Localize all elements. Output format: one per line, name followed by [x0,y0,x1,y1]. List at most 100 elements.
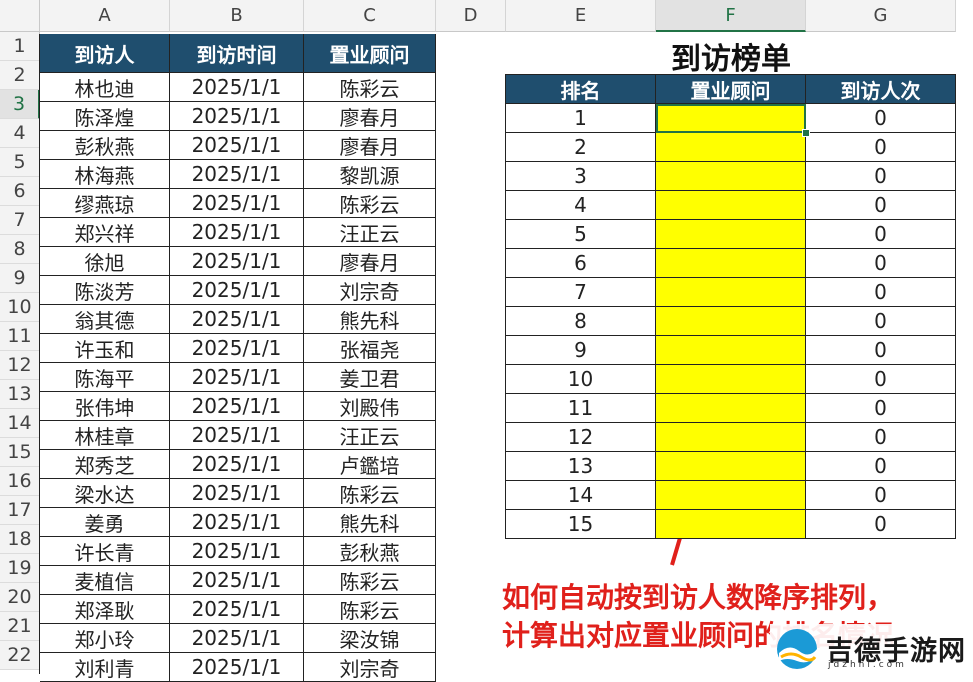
row-header-22[interactable]: 22 [0,641,40,670]
ranking-header-cell[interactable]: 置业顾问 [656,75,806,104]
visit-cell[interactable]: 2025/1/1 [170,305,304,334]
visit-cell[interactable]: 2025/1/1 [170,218,304,247]
column-header-g[interactable]: G [806,0,956,32]
select-all-corner[interactable] [0,0,40,32]
visit-cell[interactable]: 陈彩云 [304,566,436,595]
visit-cell[interactable]: 刘利青 [40,653,170,682]
column-header-d[interactable]: D [436,0,506,32]
rank-cell[interactable]: 2 [506,133,656,162]
visit-cell[interactable]: 翁其德 [40,305,170,334]
visit-count-cell[interactable]: 0 [806,452,956,481]
visit-cell[interactable]: 2025/1/1 [170,508,304,537]
visit-cell[interactable]: 廖春月 [304,247,436,276]
visit-count-cell[interactable]: 0 [806,394,956,423]
visit-cell[interactable]: 2025/1/1 [170,537,304,566]
visit-cell[interactable]: 陈彩云 [304,479,436,508]
row-header-9[interactable]: 9 [0,264,40,293]
visit-count-cell[interactable]: 0 [806,336,956,365]
visit-cell[interactable]: 彭秋燕 [40,131,170,160]
column-header-a[interactable]: A [40,0,170,32]
visit-cell[interactable]: 林也迪 [40,73,170,102]
visit-cell[interactable]: 郑秀芝 [40,450,170,479]
visit-cell[interactable]: 徐旭 [40,247,170,276]
row-header-1[interactable]: 1 [0,32,40,61]
visit-cell[interactable]: 2025/1/1 [170,479,304,508]
visit-cell[interactable]: 熊先科 [304,305,436,334]
row-header-18[interactable]: 18 [0,525,40,554]
visit-cell[interactable]: 廖春月 [304,102,436,131]
consultant-cell[interactable] [656,278,806,307]
visit-cell[interactable]: 2025/1/1 [170,624,304,653]
visit-cell[interactable]: 陈彩云 [304,73,436,102]
consultant-cell[interactable] [656,191,806,220]
visit-cell[interactable]: 2025/1/1 [170,102,304,131]
fill-handle[interactable] [802,129,810,137]
visit-cell[interactable]: 2025/1/1 [170,450,304,479]
rank-cell[interactable]: 4 [506,191,656,220]
rank-cell[interactable]: 9 [506,336,656,365]
visit-cell[interactable]: 陈泽煌 [40,102,170,131]
rank-cell[interactable]: 15 [506,510,656,539]
rank-cell[interactable]: 8 [506,307,656,336]
visit-cell[interactable]: 汪正云 [304,218,436,247]
consultant-cell[interactable] [656,133,806,162]
consultant-cell[interactable] [656,510,806,539]
visit-cell[interactable]: 陈海平 [40,363,170,392]
visit-count-cell[interactable]: 0 [806,191,956,220]
visit-count-cell[interactable]: 0 [806,162,956,191]
row-header-4[interactable]: 4 [0,119,40,148]
consultant-cell[interactable] [656,365,806,394]
visit-cell[interactable]: 2025/1/1 [170,653,304,682]
visit-cell[interactable]: 2025/1/1 [170,276,304,305]
row-header-8[interactable]: 8 [0,235,40,264]
visit-count-cell[interactable]: 0 [806,220,956,249]
visit-cell[interactable]: 2025/1/1 [170,247,304,276]
row-header-21[interactable]: 21 [0,612,40,641]
visit-cell[interactable]: 陈淡芳 [40,276,170,305]
visit-cell[interactable]: 2025/1/1 [170,189,304,218]
visit-cell[interactable]: 林海燕 [40,160,170,189]
row-header-12[interactable]: 12 [0,351,40,380]
visit-cell[interactable]: 熊先科 [304,508,436,537]
ranking-header-cell[interactable]: 到访人次 [806,75,956,104]
rank-cell[interactable]: 1 [506,104,656,133]
column-header-f[interactable]: F [656,0,806,32]
rank-cell[interactable]: 12 [506,423,656,452]
rank-cell[interactable]: 3 [506,162,656,191]
visit-cell[interactable]: 2025/1/1 [170,160,304,189]
visit-count-cell[interactable]: 0 [806,423,956,452]
ranking-header-cell[interactable]: 排名 [506,75,656,104]
column-header-b[interactable]: B [170,0,304,32]
row-header-3[interactable]: 3 [0,90,40,119]
row-header-11[interactable]: 11 [0,322,40,351]
rank-cell[interactable]: 13 [506,452,656,481]
visit-count-cell[interactable]: 0 [806,481,956,510]
row-header-6[interactable]: 6 [0,177,40,206]
visit-cell[interactable]: 卢鑑培 [304,450,436,479]
consultant-cell[interactable] [656,104,806,133]
visit-count-cell[interactable]: 0 [806,249,956,278]
visit-cell[interactable]: 2025/1/1 [170,421,304,450]
visit-count-cell[interactable]: 0 [806,365,956,394]
visit-cell[interactable]: 张伟坤 [40,392,170,421]
visit-count-cell[interactable]: 0 [806,104,956,133]
visit-cell[interactable]: 姜勇 [40,508,170,537]
visit-cell[interactable]: 2025/1/1 [170,595,304,624]
row-header-5[interactable]: 5 [0,148,40,177]
visit-cell[interactable]: 梁水达 [40,479,170,508]
visit-header-cell[interactable]: 置业顾问 [304,34,436,73]
visit-cell[interactable]: 林桂章 [40,421,170,450]
rank-cell[interactable]: 14 [506,481,656,510]
visit-cell[interactable]: 2025/1/1 [170,73,304,102]
visit-cell[interactable]: 郑兴祥 [40,218,170,247]
row-header-17[interactable]: 17 [0,496,40,525]
visit-cell[interactable]: 2025/1/1 [170,363,304,392]
visit-cell[interactable]: 2025/1/1 [170,392,304,421]
consultant-cell[interactable] [656,481,806,510]
visit-cell[interactable]: 陈彩云 [304,595,436,624]
visit-header-cell[interactable]: 到访时间 [170,34,304,73]
row-header-20[interactable]: 20 [0,583,40,612]
visit-cell[interactable]: 廖春月 [304,131,436,160]
row-header-10[interactable]: 10 [0,293,40,322]
row-header-15[interactable]: 15 [0,438,40,467]
